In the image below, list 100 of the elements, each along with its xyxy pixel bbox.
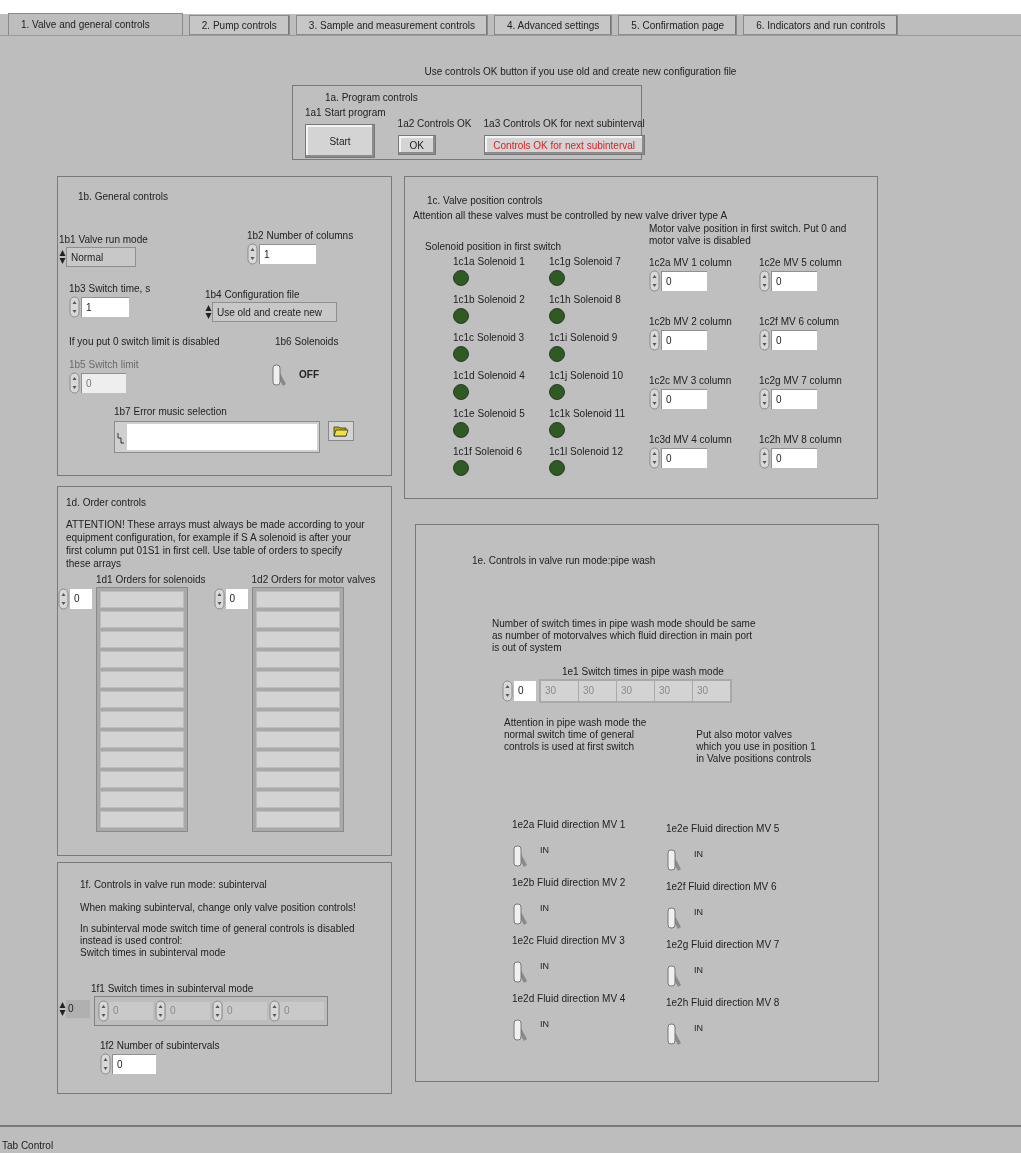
array-cell[interactable] bbox=[255, 791, 340, 808]
warning-text: ATTENTION! These arrays must always be made according to your equipment configuration, for example if S A solenoid is after your first column put 01S1 in first cell. Use table of orders to specify these arrays bbox=[66, 518, 366, 570]
toggle-switch[interactable] bbox=[512, 900, 528, 928]
spinner-icon[interactable] bbox=[247, 243, 258, 265]
toggle-switch[interactable] bbox=[271, 361, 287, 389]
number-field[interactable]: 0 bbox=[112, 1054, 156, 1074]
array-label: 1f1 Switch times in subinterval mode bbox=[91, 982, 255, 996]
array-cell[interactable] bbox=[255, 651, 340, 668]
index-field[interactable]: 0 bbox=[225, 589, 248, 609]
index-field[interactable]: 0 bbox=[70, 589, 92, 609]
array-cell[interactable] bbox=[255, 631, 340, 648]
toggle-switch[interactable] bbox=[666, 846, 682, 874]
array-cell[interactable] bbox=[100, 731, 184, 748]
array-cell[interactable] bbox=[100, 691, 184, 708]
number-field[interactable]: 0 bbox=[771, 448, 817, 468]
array-cell[interactable] bbox=[100, 751, 184, 768]
array-cell[interactable] bbox=[255, 711, 340, 728]
tab[interactable]: 6. Indicators and run controls bbox=[743, 15, 899, 35]
switch-label: 1e2e Fluid direction MV 5 bbox=[666, 822, 781, 836]
path-field[interactable] bbox=[114, 421, 320, 453]
field-label: 1c2c MV 3 column bbox=[649, 374, 733, 388]
spinner-icon[interactable] bbox=[155, 1000, 166, 1022]
toggle-switch[interactable] bbox=[666, 962, 682, 990]
spinner-icon[interactable] bbox=[100, 1053, 111, 1075]
array-cell[interactable] bbox=[100, 651, 184, 668]
array-cell[interactable] bbox=[100, 771, 184, 788]
spinner-icon[interactable] bbox=[58, 588, 69, 610]
array-cell[interactable] bbox=[255, 671, 340, 688]
field-label: 1c3d MV 4 column bbox=[649, 433, 733, 447]
toggle-switch[interactable] bbox=[512, 1016, 528, 1044]
spinner-icon[interactable] bbox=[649, 270, 660, 292]
spinner-icon[interactable] bbox=[69, 296, 80, 318]
number-field[interactable]: 0 bbox=[771, 389, 817, 409]
spinner-icon[interactable] bbox=[759, 329, 770, 351]
number-field[interactable]: 1 bbox=[259, 244, 316, 264]
array-cell[interactable] bbox=[255, 591, 340, 608]
spinner-icon[interactable] bbox=[98, 1000, 109, 1022]
tab[interactable]: 4. Advanced settings bbox=[494, 15, 613, 35]
array-cell[interactable] bbox=[100, 711, 184, 728]
switch-state: IN bbox=[694, 964, 703, 977]
tab[interactable]: 3. Sample and measurement controls bbox=[295, 15, 489, 35]
spinner-icon[interactable] bbox=[69, 372, 80, 394]
indicator-label: 1c1f Solenoid 6 bbox=[453, 445, 523, 459]
start-button[interactable]: Start bbox=[305, 124, 375, 158]
spinner-icon[interactable] bbox=[502, 680, 513, 702]
dropdown-field[interactable]: Normal bbox=[66, 247, 136, 267]
array-cell[interactable] bbox=[255, 771, 340, 788]
panel-title: 1e. Controls in valve run mode:pipe wash bbox=[472, 554, 657, 568]
spinner-icon[interactable] bbox=[269, 1000, 280, 1022]
spinner-icon[interactable] bbox=[212, 1000, 223, 1022]
number-field[interactable]: 0 bbox=[661, 448, 707, 468]
array-cell[interactable] bbox=[100, 811, 184, 828]
number-field[interactable]: 0 bbox=[661, 389, 707, 409]
array-cell[interactable] bbox=[100, 631, 184, 648]
number-field[interactable]: 1 bbox=[81, 297, 129, 317]
spinner-icon[interactable] bbox=[649, 388, 660, 410]
browse-button[interactable] bbox=[328, 421, 354, 441]
toggle-switch[interactable] bbox=[512, 958, 528, 986]
array-label: 1d2 Orders for motor valves bbox=[251, 573, 376, 587]
toggle-switch[interactable] bbox=[666, 904, 682, 932]
number-field[interactable]: 0 bbox=[771, 271, 817, 291]
array-cell[interactable] bbox=[255, 691, 340, 708]
array-cell[interactable] bbox=[255, 611, 340, 628]
field-label: 1b1 Valve run mode bbox=[59, 233, 149, 247]
hint-text: In subinterval mode switch time of general controls is disabled instead is used control: Switch times in subinterval mode bbox=[80, 923, 355, 959]
number-field[interactable]: 0 bbox=[661, 271, 707, 291]
indicator-label: 1c1h Solenoid 8 bbox=[549, 293, 622, 307]
number-field[interactable]: 0 bbox=[661, 330, 707, 350]
array-cell[interactable] bbox=[100, 791, 184, 808]
array-cell[interactable] bbox=[255, 811, 340, 828]
up-down-arrows-icon[interactable] bbox=[59, 1001, 66, 1017]
field-label: 1c2b MV 2 column bbox=[649, 315, 733, 329]
panel-title: 1f. Controls in valve run mode: subinterval bbox=[80, 878, 268, 892]
toggle-switch[interactable] bbox=[512, 842, 528, 870]
folder-icon bbox=[333, 425, 349, 437]
number-field[interactable]: 0 bbox=[771, 330, 817, 350]
array-cell[interactable] bbox=[100, 611, 184, 628]
indicator-label: 1c1b Solenoid 2 bbox=[453, 293, 526, 307]
up-down-arrows-icon[interactable] bbox=[205, 304, 212, 320]
spinner-icon[interactable] bbox=[649, 447, 660, 469]
array-cell[interactable] bbox=[100, 671, 184, 688]
tab[interactable]: 1. Valve and general controls bbox=[8, 13, 183, 35]
dropdown-field[interactable]: Use old and create new bbox=[212, 302, 337, 322]
spinner-icon[interactable] bbox=[213, 588, 225, 610]
switch-state: IN bbox=[694, 906, 703, 919]
toggle-switch[interactable] bbox=[666, 1020, 682, 1048]
field-label: 1c2g MV 7 column bbox=[759, 374, 843, 388]
spinner-icon[interactable] bbox=[759, 447, 770, 469]
ok-button[interactable]: OK bbox=[397, 135, 436, 155]
spinner-icon[interactable] bbox=[759, 388, 770, 410]
tab[interactable]: 2. Pump controls bbox=[188, 15, 290, 35]
up-down-arrows-icon[interactable] bbox=[59, 249, 66, 265]
switch-state: IN bbox=[694, 1022, 703, 1035]
tab[interactable]: 5. Confirmation page bbox=[618, 15, 738, 35]
array-cell[interactable] bbox=[100, 591, 184, 608]
array-cell[interactable] bbox=[255, 751, 340, 768]
field-label: 1b5 Switch limit bbox=[69, 358, 140, 372]
spinner-icon[interactable] bbox=[759, 270, 770, 292]
spinner-icon[interactable] bbox=[649, 329, 660, 351]
array-cell[interactable] bbox=[255, 731, 340, 748]
